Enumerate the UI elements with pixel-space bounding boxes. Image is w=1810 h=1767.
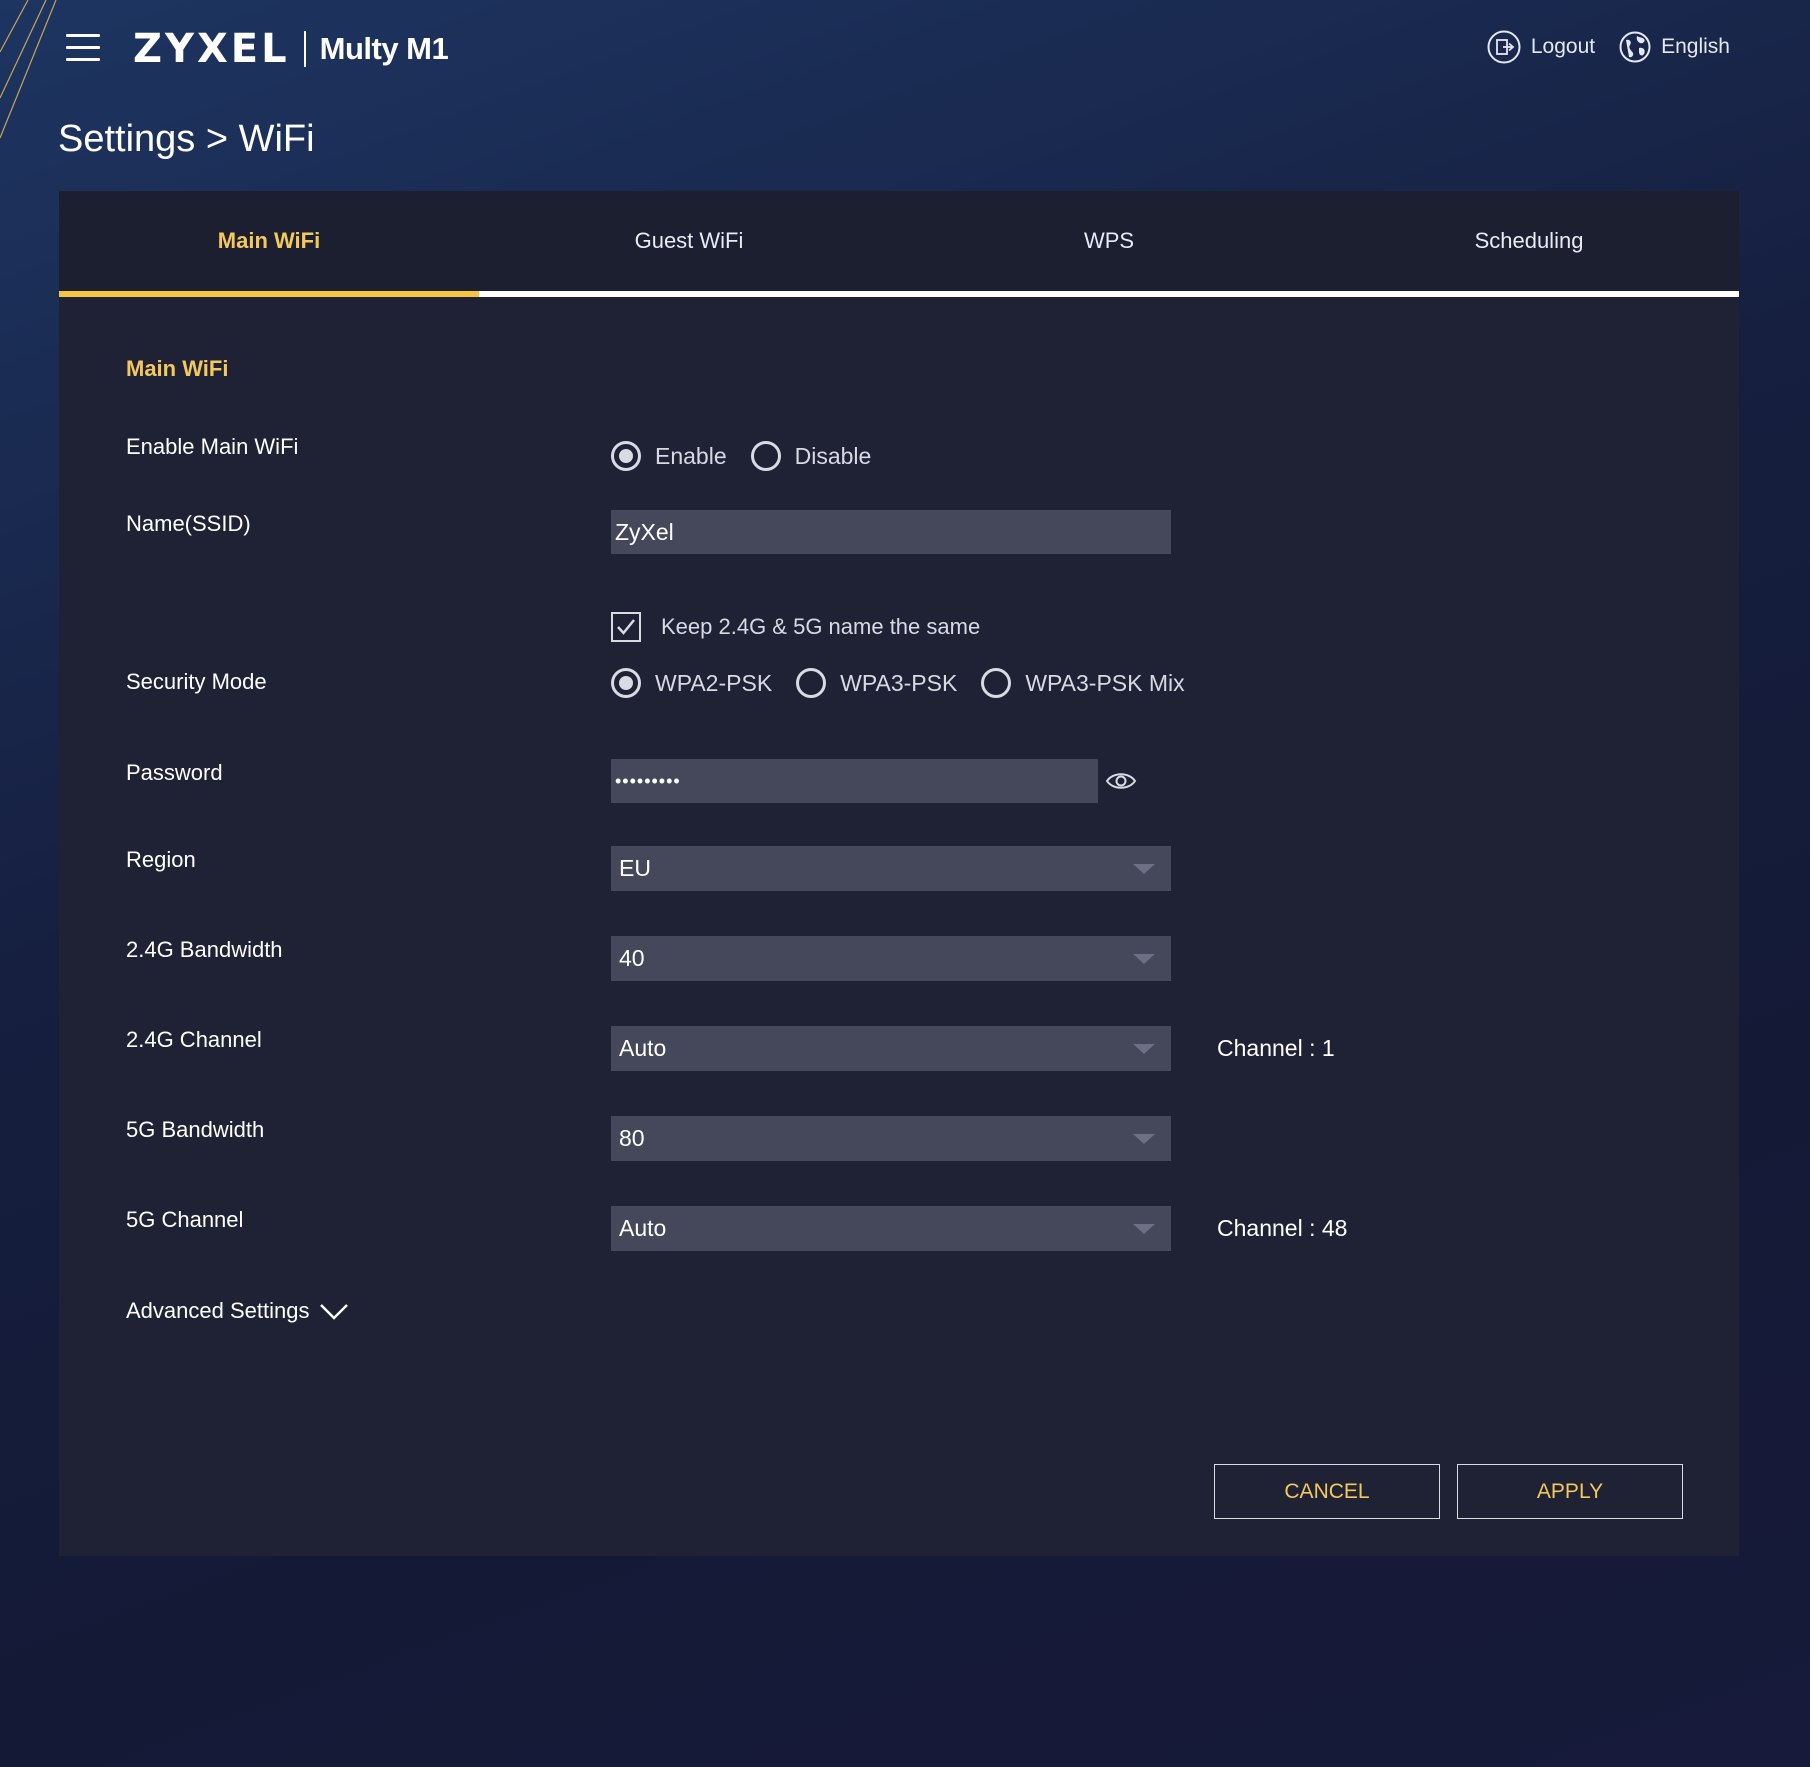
chevron-down-icon (1133, 1223, 1155, 1234)
bandwidth-24g-value: 40 (619, 945, 645, 971)
security-mode-label: Security Mode (126, 669, 267, 694)
radio-unselected-icon (981, 668, 1012, 698)
advanced-settings-toggle[interactable]: Advanced Settings (126, 1298, 349, 1324)
bandwidth-5g-value: 80 (619, 1125, 645, 1151)
password-label: Password (126, 760, 223, 785)
radio-selected-icon (611, 441, 641, 471)
region-value: EU (619, 855, 651, 881)
radio-unselected-icon (750, 441, 781, 471)
top-actions: Logout English (1487, 30, 1730, 64)
active-tab-indicator (59, 291, 479, 297)
brand-model: Multy M1 (319, 31, 449, 66)
channel-5g-value: Auto (619, 1215, 667, 1241)
settings-panel: Main WiFi Guest WiFi WPS Scheduling Main… (59, 191, 1739, 1556)
show-password-eye-icon[interactable] (1105, 769, 1137, 793)
chevron-down-icon (1133, 1043, 1155, 1054)
password-input[interactable]: ••••••••• (611, 759, 1098, 803)
tab-main-wifi[interactable]: Main WiFi (59, 191, 479, 291)
chevron-down-icon (320, 1304, 349, 1320)
channel-24g-select[interactable]: Auto (611, 1026, 1171, 1071)
hamburger-menu-icon[interactable] (66, 34, 100, 66)
language-selector[interactable]: English (1619, 31, 1730, 63)
brand: ZYXEL Multy M1 (133, 26, 449, 72)
chevron-down-icon (1133, 953, 1155, 964)
channel-24g-value: Auto (619, 1035, 667, 1061)
tab-bar: Main WiFi Guest WiFi WPS Scheduling (59, 191, 1739, 291)
tab-wps[interactable]: WPS (899, 191, 1319, 291)
chevron-down-icon (1133, 863, 1155, 874)
wpa2-psk-radio[interactable]: WPA2-PSK (611, 668, 772, 698)
channel-5g-select[interactable]: Auto (611, 1206, 1171, 1251)
checkbox (611, 612, 641, 642)
wpa3-psk-radio[interactable]: WPA3-PSK (796, 668, 957, 698)
language-label: English (1661, 35, 1730, 58)
globe-icon (1619, 31, 1651, 63)
ssid-label: Name(SSID) (126, 511, 251, 536)
logout-label: Logout (1530, 35, 1596, 58)
checkmark-icon (617, 619, 635, 635)
bandwidth-5g-label: 5G Bandwidth (126, 1117, 265, 1142)
tab-underline (59, 291, 1739, 297)
brand-logo: ZYXEL (133, 26, 290, 72)
wpa3-psk-label: WPA3-PSK (840, 669, 958, 696)
wpa3-psk-mix-radio[interactable]: WPA3-PSK Mix (981, 668, 1185, 698)
channel-5g-current: Channel : 48 (1217, 1215, 1348, 1241)
tab-scheduling[interactable]: Scheduling (1319, 191, 1739, 291)
cancel-button[interactable]: CANCEL (1214, 1464, 1440, 1519)
radio-unselected-icon (796, 668, 827, 698)
disable-radio[interactable]: Disable (750, 441, 872, 471)
wpa2-psk-label: WPA2-PSK (655, 669, 773, 696)
logout-icon (1487, 30, 1521, 64)
logout-button[interactable]: Logout (1487, 30, 1595, 64)
keep-same-name-label: Keep 2.4G & 5G name the same (661, 614, 981, 639)
security-mode-radio-group: WPA2-PSK WPA3-PSK WPA3-PSK Mix (611, 668, 1209, 698)
brand-separator (303, 31, 306, 67)
bandwidth-24g-label: 2.4G Bandwidth (126, 937, 283, 962)
channel-24g-label: 2.4G Channel (126, 1027, 262, 1052)
apply-button[interactable]: APPLY (1457, 1464, 1683, 1519)
tab-guest-wifi[interactable]: Guest WiFi (479, 191, 899, 291)
region-select[interactable]: EU (611, 846, 1171, 891)
enable-radio[interactable]: Enable (611, 441, 727, 471)
keep-same-name-checkbox[interactable]: Keep 2.4G & 5G name the same (611, 612, 980, 642)
page-title: Settings > WiFi (58, 118, 315, 160)
enable-radio-label: Enable (655, 442, 727, 469)
ssid-input[interactable]: ZyXel (611, 510, 1171, 554)
section-title: Main WiFi (126, 356, 229, 381)
chevron-down-icon (1133, 1133, 1155, 1144)
channel-5g-label: 5G Channel (126, 1207, 244, 1232)
wpa3-psk-mix-label: WPA3-PSK Mix (1025, 669, 1185, 696)
channel-24g-current: Channel : 1 (1217, 1035, 1335, 1061)
bandwidth-5g-select[interactable]: 80 (611, 1116, 1171, 1161)
enable-wifi-radio-group: Enable Disable (611, 441, 895, 471)
disable-radio-label: Disable (794, 442, 872, 469)
region-label: Region (126, 847, 196, 872)
bandwidth-24g-select[interactable]: 40 (611, 936, 1171, 981)
radio-selected-icon (611, 668, 641, 698)
enable-wifi-label: Enable Main WiFi (126, 434, 299, 459)
advanced-settings-label: Advanced Settings (126, 1298, 310, 1323)
